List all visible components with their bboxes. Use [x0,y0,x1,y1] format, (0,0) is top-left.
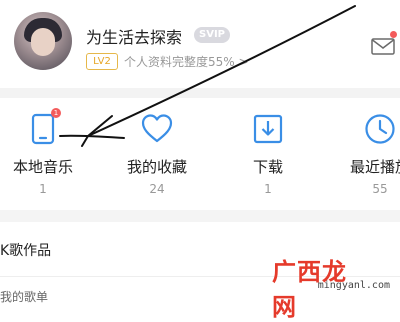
quick-action-count: 1 [39,182,47,196]
svip-badge[interactable]: SVIP [194,27,230,43]
quick-action-label: 我的收藏 [126,158,187,176]
quick-action-count: 24 [149,182,165,196]
download-icon [253,114,283,144]
quick-action-count: 55 [372,182,388,196]
quick-action-count: 1 [264,182,272,196]
quick-action-label: 本地音乐 [12,158,73,176]
profile-completion[interactable]: 个人资料完整度55% > [124,53,249,70]
quick-action-download[interactable]: 下载 1 [228,112,308,196]
avatar-face [31,28,55,56]
quick-action-recent[interactable]: 最近播放 55 [340,112,400,196]
avatar[interactable] [14,12,72,70]
quick-action-favorites[interactable]: 我的收藏 24 [117,112,197,196]
mail-notification-dot [390,31,397,38]
section-divider [0,88,400,98]
mail-icon[interactable] [371,38,395,55]
section-title-karaoke[interactable]: K歌作品 [0,240,51,260]
clock-icon [365,114,395,144]
watermark-url: mingyanl.com [317,280,390,291]
profile-completion-text: 个人资料完整度55% [124,55,235,69]
quick-action-label: 最近播放 [349,158,400,176]
heart-icon [141,114,173,143]
watermark: 广西龙网 mingyanl.com [272,252,392,321]
quick-action-local-music[interactable]: 1 本地音乐 1 [3,108,83,196]
quick-action-label: 下载 [252,158,283,176]
section-divider [0,210,400,222]
partial-section-title[interactable]: 我的歌单 [0,288,48,305]
notification-badge: 1 [51,108,61,118]
chevron-right-icon: > [238,55,249,69]
username[interactable]: 为生活去探索 [86,24,182,48]
level-badge: LV2 [86,53,118,70]
